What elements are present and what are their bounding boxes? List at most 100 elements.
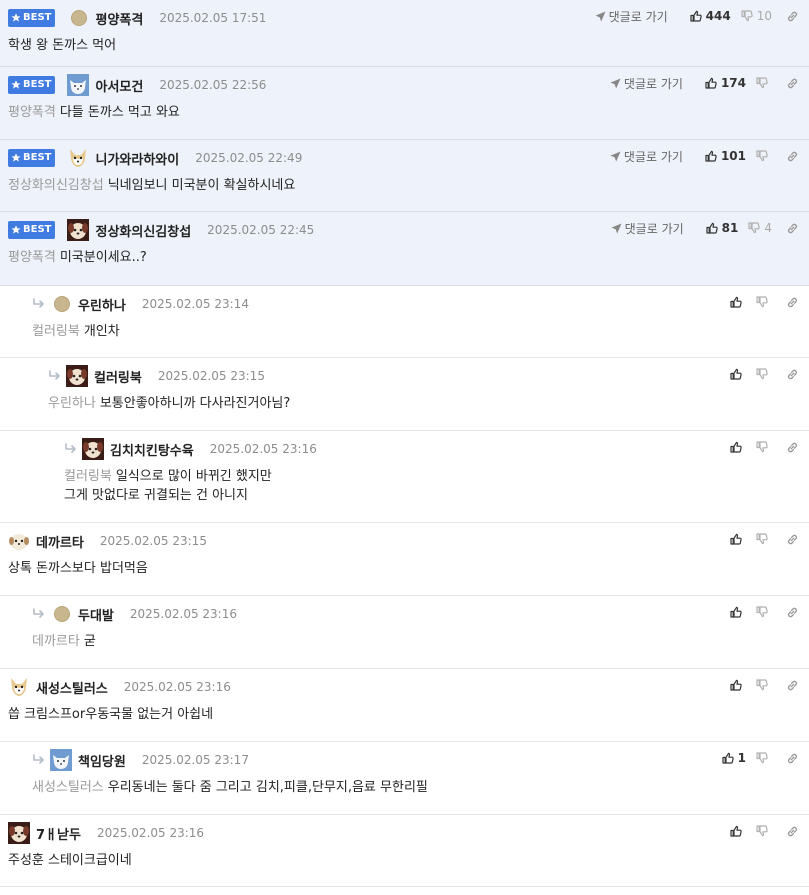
- reply-mention[interactable]: 평양폭격: [8, 250, 56, 265]
- avatar[interactable]: [66, 365, 88, 387]
- downvote-button[interactable]: [756, 533, 772, 545]
- avatar[interactable]: [82, 438, 104, 460]
- thumbs-up-icon: [705, 150, 721, 162]
- downvote-button[interactable]: [756, 441, 772, 453]
- avatar[interactable]: [67, 147, 89, 169]
- upvote-button[interactable]: [730, 825, 746, 837]
- downvote-button[interactable]: [756, 296, 772, 308]
- send-arrow-icon: [610, 78, 624, 89]
- downvote-button[interactable]: 10: [741, 9, 772, 23]
- thumbs-down-icon: [756, 296, 772, 308]
- reply-mention[interactable]: 컬러링북: [32, 324, 80, 339]
- author-nickname[interactable]: 7ㅐ낟두: [36, 824, 81, 843]
- author-nickname[interactable]: 김치치킨탕수육: [110, 440, 194, 459]
- downvote-button[interactable]: [756, 825, 772, 837]
- link-icon[interactable]: [786, 606, 799, 619]
- upvote-button[interactable]: [730, 368, 746, 380]
- downvote-button[interactable]: [756, 606, 772, 618]
- upvote-button[interactable]: 1: [722, 751, 746, 765]
- upvote-button[interactable]: [730, 296, 746, 308]
- comment-line: 상톡 돈까스보다 밥더먹음: [8, 559, 148, 578]
- avatar[interactable]: [8, 530, 30, 552]
- link-icon[interactable]: [786, 296, 799, 309]
- upvote-button[interactable]: [730, 533, 746, 545]
- author-nickname[interactable]: 우린하나: [78, 295, 126, 314]
- comment-timestamp: 2025.02.05 23:17: [141, 753, 249, 767]
- link-icon[interactable]: [786, 77, 799, 90]
- link-icon[interactable]: [786, 10, 799, 23]
- goto-comment-button[interactable]: 댓글로 가기: [595, 8, 668, 25]
- avatar[interactable]: [54, 296, 70, 312]
- downvote-button[interactable]: [756, 679, 772, 691]
- comment-line: 우린하나 보통안좋아하니까 다사라진거아님?: [48, 394, 290, 413]
- author-nickname[interactable]: 니가와라하와이: [95, 149, 179, 168]
- link-icon[interactable]: [786, 368, 799, 381]
- comment-item: 컬러링북 2025.02.05 23:15 우린하나 보통안좋아하니까 다사라진거아님…: [0, 358, 809, 431]
- author-nickname[interactable]: 두대발: [78, 605, 114, 624]
- author-nickname[interactable]: 새성스틸러스: [36, 678, 108, 697]
- comment-actions: 댓글로 가기 444 10: [595, 6, 799, 26]
- author-nickname[interactable]: 정상화의신김창섭: [95, 221, 191, 240]
- reply-mention[interactable]: 새성스틸러스: [32, 780, 104, 795]
- link-icon[interactable]: [786, 533, 799, 546]
- downvote-button[interactable]: [756, 77, 772, 89]
- author-nickname[interactable]: 아서모건: [95, 76, 143, 95]
- thumbs-down-icon: [756, 606, 772, 618]
- upvote-button[interactable]: 444: [690, 9, 731, 23]
- avatar[interactable]: [50, 749, 72, 771]
- reply-arrow-icon: [32, 608, 46, 620]
- reply-mention[interactable]: 우린하나: [48, 396, 96, 411]
- comment-actions: [720, 364, 799, 384]
- upvote-button[interactable]: 174: [705, 76, 746, 90]
- reply-mention[interactable]: 컬러링북: [64, 469, 112, 484]
- avatar[interactable]: [67, 219, 90, 241]
- link-icon[interactable]: [786, 825, 799, 838]
- comment-actions: 댓글로 가기 174: [610, 73, 799, 93]
- link-icon[interactable]: [786, 752, 799, 765]
- link-icon[interactable]: [786, 441, 799, 454]
- goto-comment-button[interactable]: 댓글로 가기: [610, 148, 683, 165]
- upvote-button[interactable]: 101: [705, 149, 746, 163]
- goto-comment-button[interactable]: 댓글로 가기: [610, 75, 683, 92]
- thumbs-up-icon: [730, 368, 746, 380]
- downvote-button[interactable]: 4: [748, 221, 772, 235]
- upvote-button[interactable]: [730, 441, 746, 453]
- author-nickname[interactable]: 책임당원: [78, 751, 126, 770]
- avatar[interactable]: [8, 822, 30, 844]
- reply-arrow-icon: [64, 443, 78, 455]
- comment-text: 씁 크림스프or우동국물 없는거 아쉽네: [8, 707, 214, 722]
- upvote-count: 444: [705, 9, 731, 23]
- comment-line: 컬러링북 일식으로 많이 바뀌긴 했지만: [64, 467, 272, 486]
- upvote-button[interactable]: 81: [706, 221, 739, 235]
- comment-line: 정상화의신김창섭 닉네임보니 미국분이 확실하시네요: [8, 176, 295, 195]
- comment-header: 김치치킨탕수육 2025.02.05 23:16: [64, 438, 317, 460]
- downvote-button[interactable]: [756, 368, 772, 380]
- link-icon[interactable]: [786, 679, 799, 692]
- link-icon[interactable]: [786, 222, 799, 235]
- avatar[interactable]: [71, 10, 88, 26]
- comment-actions: [720, 675, 799, 695]
- reply-mention[interactable]: 데까르타: [32, 634, 80, 649]
- avatar[interactable]: [54, 606, 70, 622]
- upvote-count: 81: [721, 221, 739, 235]
- comment-item: BEST 평양폭격 2025.02.05 17:51 학생 왕 돈까스 먹어 댓글로 가…: [0, 0, 809, 67]
- upvote-button[interactable]: [730, 679, 746, 691]
- best-label: BEST: [23, 12, 52, 23]
- downvote-button[interactable]: [756, 150, 772, 162]
- send-arrow-icon: [595, 11, 609, 22]
- goto-comment-button[interactable]: 댓글로 가기: [611, 220, 684, 237]
- avatar[interactable]: [67, 74, 90, 96]
- reply-mention[interactable]: 평양폭격: [8, 105, 56, 120]
- comment-header: 데까르타 2025.02.05 23:15: [8, 531, 207, 551]
- author-nickname[interactable]: 컬러링북: [94, 367, 142, 386]
- comment-actions: [720, 292, 799, 312]
- comment-actions: [720, 602, 799, 622]
- link-icon[interactable]: [786, 150, 799, 163]
- reply-mention[interactable]: 정상화의신김창섭: [8, 178, 104, 193]
- best-label: BEST: [23, 224, 52, 235]
- avatar[interactable]: [8, 676, 30, 698]
- downvote-button[interactable]: [756, 752, 772, 764]
- author-nickname[interactable]: 데까르타: [36, 532, 84, 551]
- author-nickname[interactable]: 평양폭격: [95, 9, 143, 28]
- upvote-button[interactable]: [730, 606, 746, 618]
